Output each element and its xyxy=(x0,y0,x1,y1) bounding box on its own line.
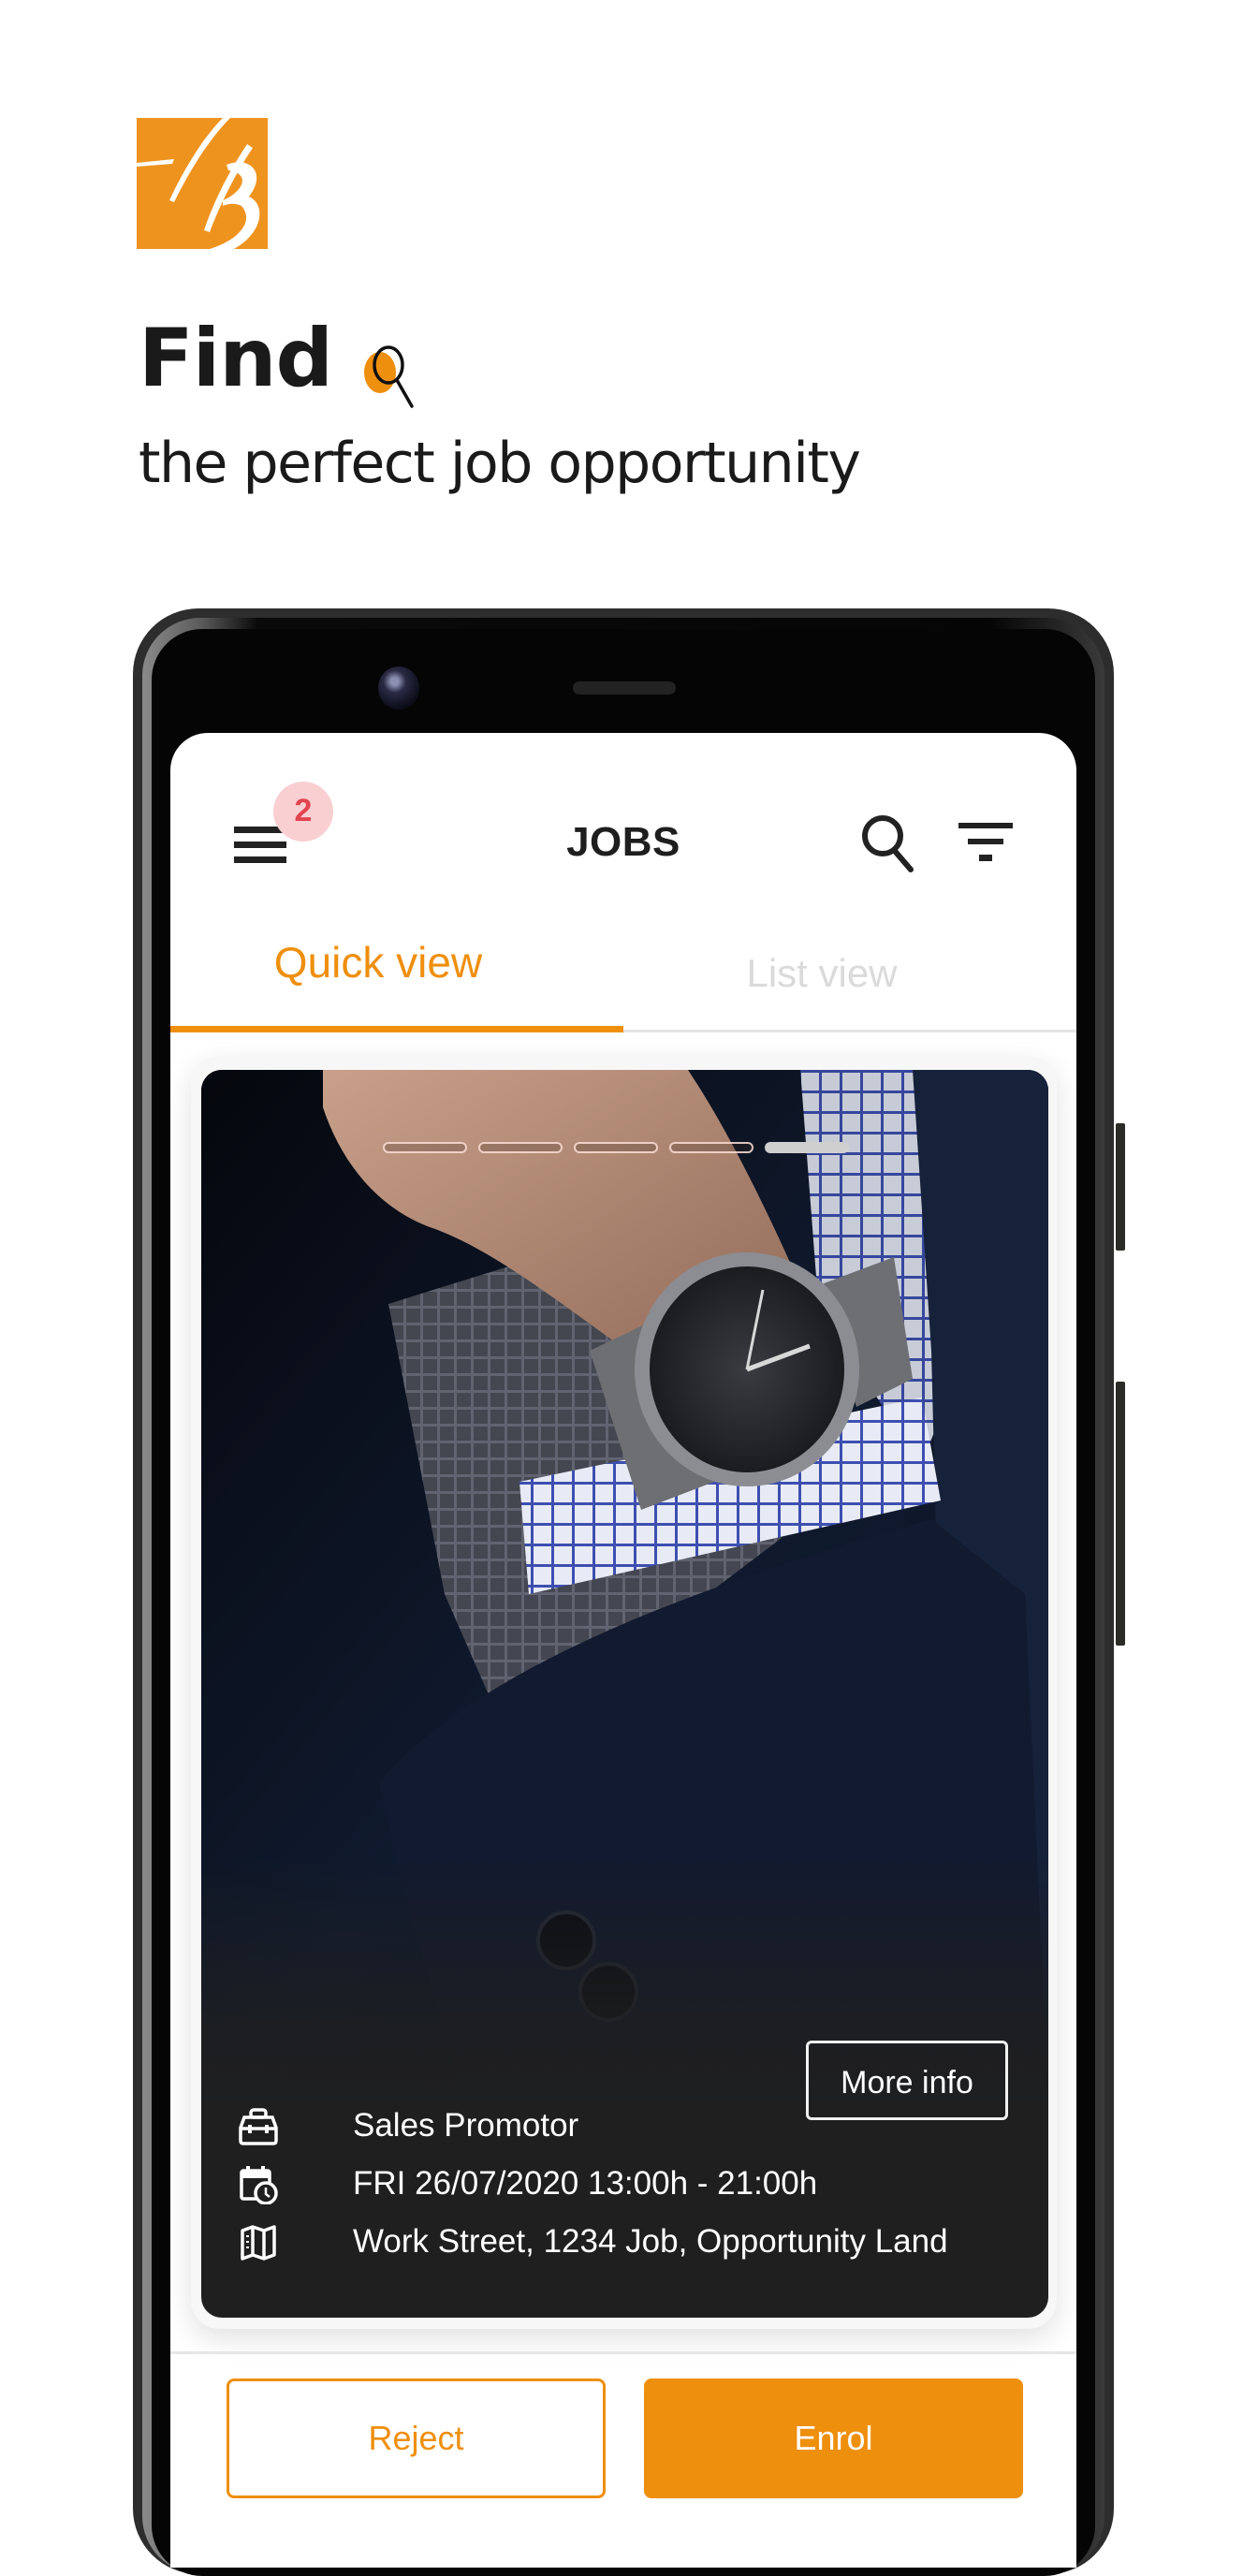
job-photo xyxy=(201,1070,1048,2100)
tab-list-view[interactable]: List view xyxy=(623,929,1076,1023)
job-date-row: FRI 26/07/2020 13:00h - 21:00h xyxy=(201,2161,1048,2206)
tab-divider xyxy=(623,1030,1076,1032)
search-icon xyxy=(354,335,432,414)
calendar-clock-icon xyxy=(239,2165,278,2205)
active-tab-indicator xyxy=(170,1026,623,1032)
earpiece-speaker xyxy=(573,681,676,695)
tab-quick-view[interactable]: Quick view xyxy=(170,929,623,1023)
job-card[interactable]: More info Sales Promotor FRI 26/07/2020 … xyxy=(201,1070,1048,2318)
enrol-button[interactable]: Enrol xyxy=(644,2378,1023,2498)
map-icon xyxy=(239,2223,278,2262)
filter-icon[interactable] xyxy=(955,819,1017,866)
hb-logo-mark xyxy=(137,118,268,249)
subtitle: the perfect job opportunity xyxy=(139,431,861,496)
search-icon[interactable] xyxy=(858,810,920,877)
carousel-indicator xyxy=(383,1142,870,1155)
hb-logo xyxy=(137,118,268,249)
toolbox-icon xyxy=(239,2107,278,2146)
job-role-row: Sales Promotor xyxy=(201,2103,1048,2148)
job-address: Work Street, 1234 Job, Opportunity Land xyxy=(353,2223,948,2260)
reject-button[interactable]: Reject xyxy=(227,2378,606,2498)
carousel-dot[interactable] xyxy=(669,1142,753,1153)
carousel-dot[interactable] xyxy=(574,1142,658,1153)
tab-list-view-label: List view xyxy=(746,951,898,995)
headline: Find xyxy=(139,312,333,405)
carousel-dot[interactable] xyxy=(383,1142,467,1153)
page-title: JOBS xyxy=(566,819,680,865)
carousel-dot[interactable] xyxy=(478,1142,563,1153)
actions-divider xyxy=(170,2351,1076,2354)
front-camera xyxy=(378,666,419,710)
phone-volume-button xyxy=(1116,1123,1125,1251)
job-schedule: FRI 26/07/2020 13:00h - 21:00h xyxy=(353,2165,818,2202)
job-location-row: Work Street, 1234 Job, Opportunity Land xyxy=(201,2219,1048,2264)
app-screen: 2 JOBS Quick view List view More info Sa… xyxy=(170,733,1076,2568)
job-role: Sales Promotor xyxy=(353,2107,579,2144)
carousel-dot-active[interactable] xyxy=(765,1142,849,1153)
tab-quick-view-label: Quick view xyxy=(273,938,483,987)
phone-power-button xyxy=(1116,1382,1125,1646)
